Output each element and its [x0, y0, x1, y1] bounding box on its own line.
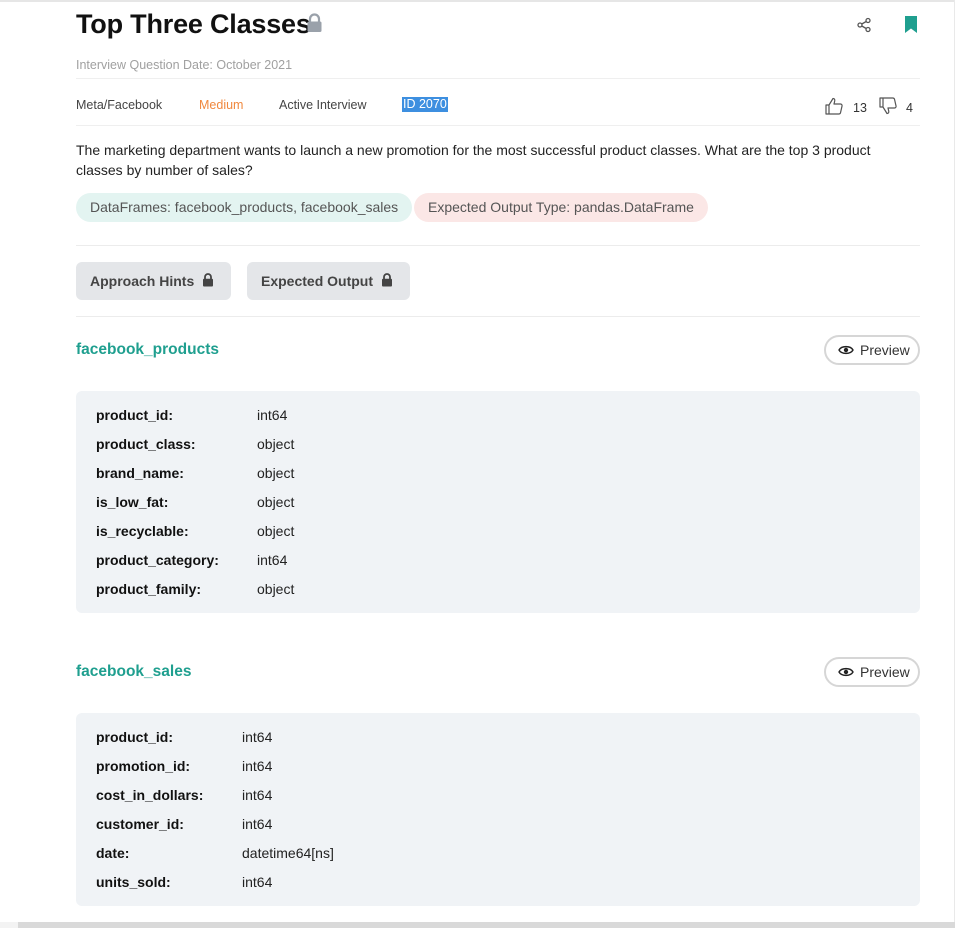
- approach-hints-label: Approach Hints: [90, 273, 195, 289]
- preview-label: Preview: [860, 664, 910, 680]
- thumbs-down-icon[interactable]: [878, 96, 898, 116]
- page-title: Top Three Classes: [76, 9, 311, 39]
- lock-icon: [307, 13, 322, 32]
- column-name: product_category:: [96, 552, 219, 568]
- schema-box: product_id: int64 promotion_id: int64 cost…: [76, 713, 920, 906]
- preview-button[interactable]: Preview: [824, 335, 920, 365]
- question-id: ID 2070: [402, 97, 448, 112]
- column-type: object: [257, 494, 295, 510]
- column-type: int64: [242, 874, 273, 890]
- column-name: is_low_fat:: [96, 494, 169, 510]
- schema-box: product_id: int64 product_class: object br…: [76, 391, 920, 613]
- dataframes-tag: DataFrames: facebook_products, facebook_…: [76, 193, 413, 222]
- column-type: object: [257, 465, 295, 481]
- preview-label: Preview: [860, 342, 910, 358]
- column-type: object: [257, 436, 295, 452]
- column-type: int64: [242, 816, 273, 832]
- approach-hints-button[interactable]: Approach Hints: [76, 262, 231, 300]
- column-name: date:: [96, 845, 130, 861]
- column-type: int64: [242, 787, 273, 803]
- downvote-count: 4: [906, 101, 913, 115]
- eye-icon: [838, 667, 854, 677]
- column-name: product_id:: [96, 407, 173, 423]
- output-type-tag: Expected Output Type: pandas.DataFrame: [414, 193, 708, 222]
- bookmark-icon[interactable]: [904, 15, 918, 34]
- question-description: The marketing department wants to launch…: [76, 142, 871, 178]
- question-panel: Top Three Classes Interview Question Dat…: [76, 0, 920, 906]
- upvote-count: 13: [853, 101, 867, 115]
- column-type: int64: [257, 407, 288, 423]
- column-name: customer_id:: [96, 816, 184, 832]
- column-name: brand_name:: [96, 465, 184, 481]
- column-name: promotion_id:: [96, 758, 191, 774]
- lock-icon: [203, 273, 214, 287]
- divider: [76, 125, 920, 126]
- expected-output-label: Expected Output: [261, 273, 374, 289]
- eye-icon: [838, 345, 854, 355]
- column-name: units_sold:: [96, 874, 171, 890]
- title-row: Top Three Classes: [76, 0, 920, 50]
- column-type: object: [257, 523, 295, 539]
- meta-row: Meta/Facebook Medium Active Interview ID…: [76, 96, 920, 118]
- divider: [76, 316, 920, 317]
- table-name: facebook_products: [76, 341, 219, 358]
- status-label: Active Interview: [279, 98, 367, 112]
- scrollbar-left-arrow[interactable]: [0, 922, 18, 928]
- difficulty-label: Medium: [199, 98, 244, 112]
- preview-button[interactable]: Preview: [824, 657, 920, 687]
- column-type: object: [257, 581, 295, 597]
- divider: [76, 245, 920, 246]
- lock-icon: [382, 273, 393, 287]
- share-icon[interactable]: [856, 17, 872, 33]
- column-type: int64: [242, 729, 273, 745]
- expected-output-button[interactable]: Expected Output: [247, 262, 410, 300]
- column-name: cost_in_dollars:: [96, 787, 204, 803]
- thumbs-up-icon[interactable]: [824, 96, 844, 116]
- column-type: datetime64[ns]: [242, 845, 334, 861]
- column-type: int64: [257, 552, 288, 568]
- column-name: is_recyclable:: [96, 523, 189, 539]
- column-name: product_family:: [96, 581, 202, 597]
- divider: [76, 78, 920, 79]
- column-name: product_id:: [96, 729, 173, 745]
- column-name: product_class:: [96, 436, 196, 452]
- column-type: int64: [242, 758, 273, 774]
- horizontal-scrollbar[interactable]: [0, 922, 955, 928]
- question-date: Interview Question Date: October 2021: [76, 58, 293, 72]
- company-label[interactable]: Meta/Facebook: [76, 98, 162, 112]
- table-name: facebook_sales: [76, 663, 192, 680]
